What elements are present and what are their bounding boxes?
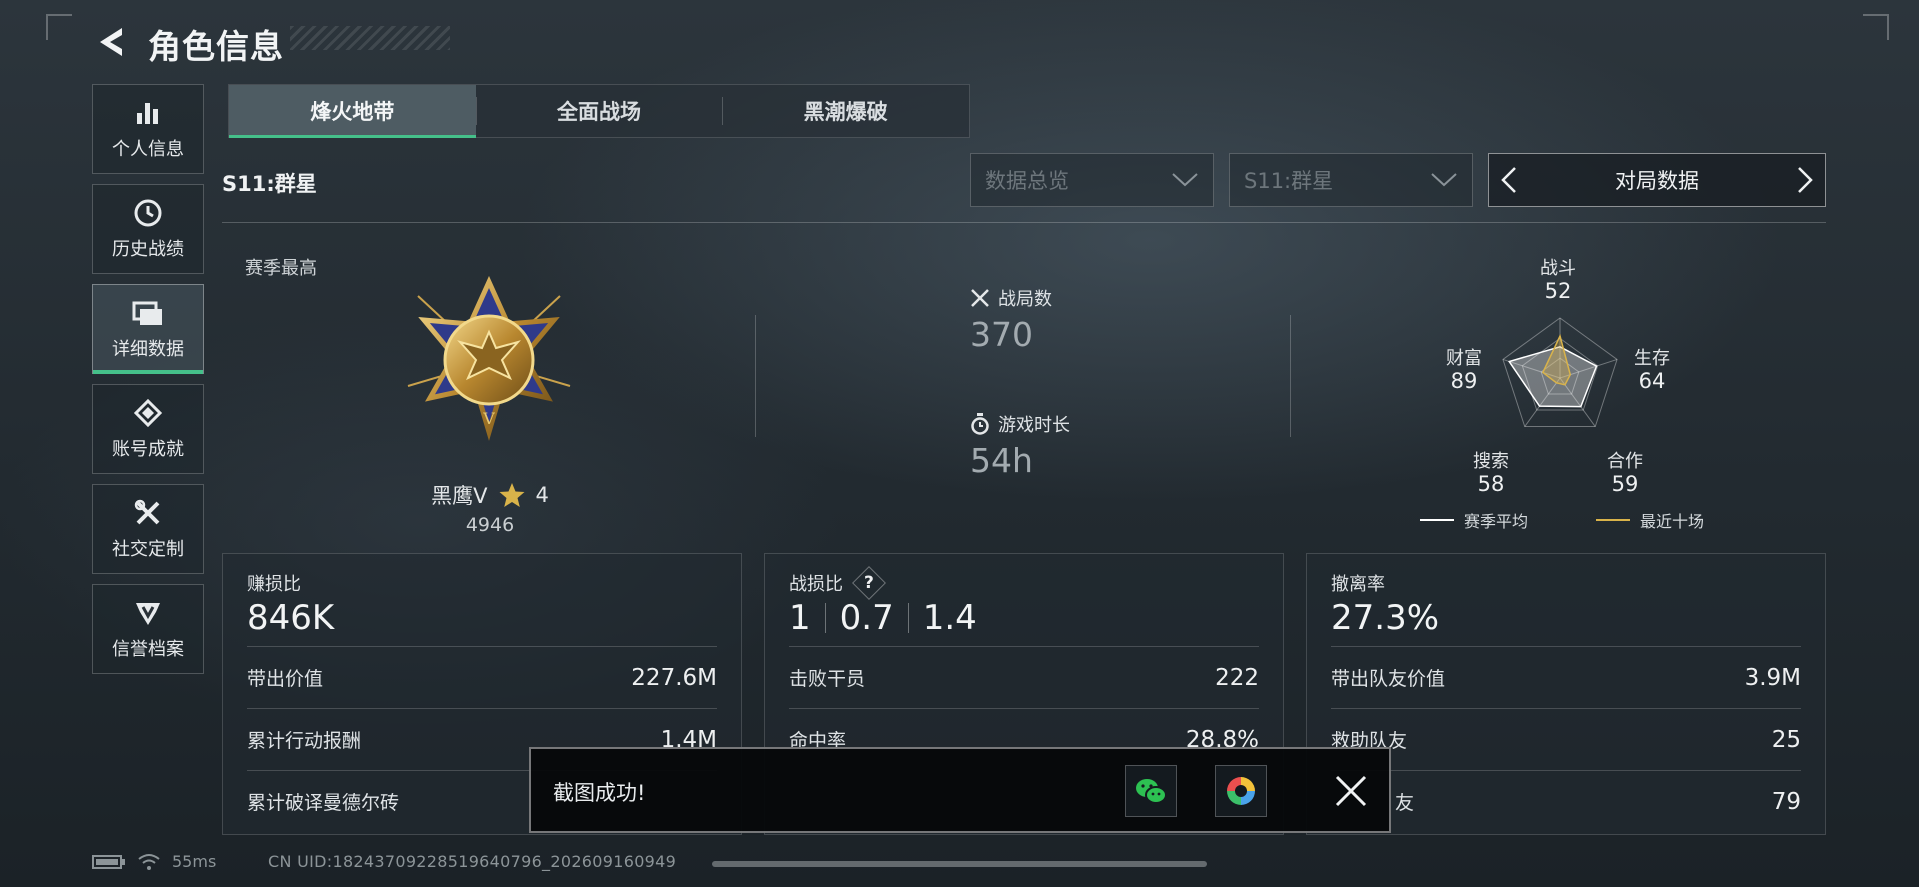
sidebar-item-achievements[interactable]: 账号成就 bbox=[92, 384, 204, 474]
back-arrow-icon[interactable] bbox=[92, 24, 126, 60]
playtime-label: 游戏时长 bbox=[998, 415, 1070, 436]
page-title: 角色信息 bbox=[148, 27, 284, 66]
matches-stat: 战局数 370 bbox=[970, 285, 1052, 354]
mode-tabs: 烽火地带 全面战场 黑潮爆破 bbox=[228, 84, 970, 138]
shield-badge-icon bbox=[132, 597, 164, 629]
season-filter-value: S11:群星 bbox=[1244, 169, 1334, 193]
wechat-icon bbox=[1136, 779, 1167, 804]
rank-name: 黑鹰V bbox=[431, 484, 488, 508]
crossed-swords-icon bbox=[971, 289, 989, 307]
divider bbox=[222, 222, 1826, 223]
sidebar-item-label: 个人信息 bbox=[112, 139, 184, 160]
extraction-value: 27.3% bbox=[1331, 598, 1440, 638]
view-filter-value: 数据总览 bbox=[985, 169, 1069, 193]
season-filter-dropdown[interactable]: S11:群星 bbox=[1229, 153, 1473, 207]
profit-value: 846K bbox=[247, 598, 335, 638]
view-filter-dropdown[interactable]: 数据总览 bbox=[970, 153, 1214, 207]
screenshot-toast: 截图成功! bbox=[529, 747, 1391, 833]
tab-warzone[interactable]: 烽火地带 bbox=[229, 85, 476, 138]
achievement-icon bbox=[132, 397, 164, 429]
playtime-value: 54h bbox=[970, 441, 1033, 480]
divider bbox=[1290, 315, 1291, 437]
ability-radar-chart bbox=[1502, 317, 1618, 428]
corner-decoration bbox=[46, 14, 72, 40]
corner-decoration bbox=[1863, 14, 1889, 40]
stat-row: 带出队友价值 3.9M bbox=[1331, 646, 1801, 708]
chevron-down-icon bbox=[1172, 173, 1198, 187]
season-title: S11:群星 bbox=[222, 172, 317, 196]
close-icon[interactable] bbox=[1331, 771, 1371, 811]
sidebar-item-detailed-data[interactable]: 详细数据 bbox=[92, 284, 204, 374]
tab-black-tide[interactable]: 黑潮爆破 bbox=[722, 85, 969, 137]
matches-label: 战局数 bbox=[998, 289, 1052, 310]
tools-icon bbox=[132, 497, 164, 529]
legend-season-average: 赛季平均 bbox=[1420, 508, 1528, 532]
stat-row: 击败干员 222 bbox=[789, 646, 1259, 708]
kd-value: 1.4 bbox=[922, 598, 977, 638]
sidebar-item-label: 信誉档案 bbox=[112, 639, 184, 660]
sidebar-item-reputation[interactable]: 信誉档案 bbox=[92, 584, 204, 674]
share-moments-button[interactable] bbox=[1215, 765, 1267, 817]
sidebar-item-label: 账号成就 bbox=[112, 439, 184, 460]
radar-label-wealth: 财富 89 bbox=[1446, 348, 1482, 393]
scrollbar[interactable] bbox=[712, 861, 1207, 867]
sidebar-item-label: 社交定制 bbox=[112, 539, 184, 560]
extraction-label: 撤离率 bbox=[1331, 574, 1385, 595]
bar-chart-icon bbox=[132, 97, 164, 129]
status-bar: 55ms bbox=[92, 852, 216, 871]
radar-label-combat: 战斗 52 bbox=[1540, 258, 1576, 303]
battery-icon bbox=[92, 854, 125, 869]
sidebar-item-history[interactable]: 历史战绩 bbox=[92, 184, 204, 274]
rank-stars: 4 bbox=[535, 483, 549, 507]
folder-icon bbox=[132, 297, 164, 329]
radar-label-search: 搜索 58 bbox=[1473, 451, 1509, 496]
playtime-stat: 游戏时长 54h bbox=[970, 411, 1070, 480]
kd-label-row: 战损比 ? bbox=[789, 566, 886, 600]
rank-info: 黑鹰V 4 bbox=[400, 480, 580, 510]
ping-value: 55ms bbox=[172, 852, 217, 871]
sidebar-item-label: 历史战绩 bbox=[112, 239, 184, 260]
rank-score: 4946 bbox=[465, 514, 515, 536]
kd-label: 战损比 bbox=[789, 574, 843, 595]
legend-recent-ten: 最近十场 bbox=[1596, 508, 1704, 532]
chevron-left-icon[interactable] bbox=[1499, 165, 1519, 195]
profit-label: 赚损比 bbox=[247, 574, 301, 595]
kd-value: 0.7 bbox=[839, 598, 894, 638]
divider bbox=[755, 315, 756, 437]
radar-label-survival: 生存 64 bbox=[1634, 348, 1670, 393]
rank-medal-icon: V bbox=[407, 276, 571, 441]
clock-icon bbox=[132, 197, 164, 229]
matches-value: 370 bbox=[970, 315, 1033, 354]
share-wechat-button[interactable] bbox=[1125, 765, 1177, 817]
star-icon bbox=[499, 483, 524, 507]
svg-text:V: V bbox=[482, 409, 495, 428]
radar-label-cooperation: 合作 59 bbox=[1607, 451, 1643, 496]
moments-icon bbox=[1227, 777, 1255, 805]
wifi-icon bbox=[138, 853, 160, 870]
data-type-switcher: 对局数据 bbox=[1488, 153, 1826, 207]
chevron-down-icon bbox=[1431, 173, 1457, 187]
chevron-right-icon[interactable] bbox=[1795, 165, 1815, 195]
stat-row: 带出价值 227.6M bbox=[247, 646, 717, 708]
help-icon[interactable]: ? bbox=[852, 566, 886, 600]
season-peak-caption: 赛季最高 bbox=[245, 258, 317, 279]
stopwatch-icon bbox=[971, 413, 989, 435]
switcher-label: 对局数据 bbox=[1615, 169, 1699, 193]
sidebar-item-label: 详细数据 bbox=[112, 339, 184, 360]
sidebar-item-personal-info[interactable]: 个人信息 bbox=[92, 84, 204, 174]
sidebar-item-social[interactable]: 社交定制 bbox=[92, 484, 204, 574]
toast-message: 截图成功! bbox=[553, 781, 646, 805]
tab-full-battlefield[interactable]: 全面战场 bbox=[475, 85, 723, 137]
stat-row: 友 79 bbox=[1331, 770, 1801, 832]
player-uid: CN UID:18243709228519640796_202609160949 bbox=[268, 852, 677, 871]
title-decoration bbox=[290, 26, 450, 50]
stat-row: 救助队友 25 bbox=[1331, 708, 1801, 770]
kd-values: 1 0.7 1.4 bbox=[789, 598, 977, 638]
kd-value: 1 bbox=[789, 598, 811, 638]
